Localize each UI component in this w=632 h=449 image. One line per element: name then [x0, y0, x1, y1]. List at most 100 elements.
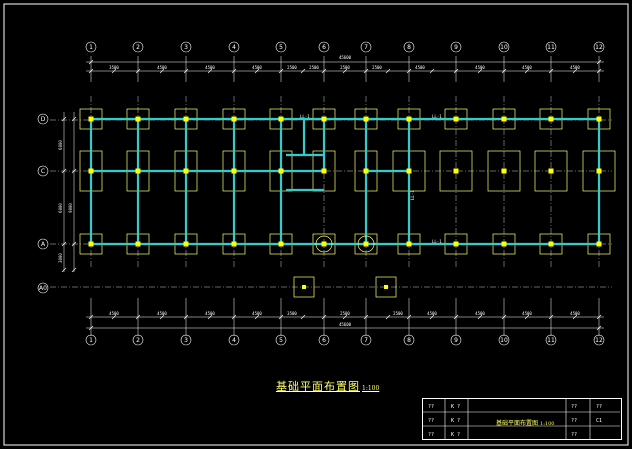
column [278, 168, 284, 174]
column [278, 116, 284, 122]
grid-top-label: 1 [89, 44, 93, 51]
column [596, 168, 602, 174]
drawing-title-scale: 1:100 [362, 385, 380, 392]
column [135, 168, 141, 174]
column [183, 241, 189, 247]
drawing-title-text: 基础平面布置图 [276, 380, 360, 393]
grid-top-label: 12 [595, 44, 603, 51]
beam-label: LL-1 [432, 114, 442, 119]
top-segment-dimension: 4500 [475, 65, 485, 70]
left-mid-dimension: 6000 [58, 203, 63, 213]
column [231, 168, 237, 174]
bottom-segment-dimension: 4500 [205, 311, 215, 316]
columns [88, 116, 602, 289]
grid-bottom-label: 1 [89, 337, 93, 344]
grid-bottom-label: 2 [136, 337, 140, 344]
column [363, 116, 369, 122]
grid-row-label: A [41, 241, 46, 248]
grid-top-label: 8 [407, 44, 411, 51]
column [596, 241, 602, 247]
title-block-title: 基础平面布置图 1:100 [496, 418, 554, 427]
dimension-lines [61, 59, 604, 331]
top-segment-dimension: 4500 [522, 65, 532, 70]
grid-top-label: 10 [500, 44, 508, 51]
left-total-dimension: 9000 [68, 203, 73, 213]
top-segment-dimension: 4500 [157, 65, 167, 70]
grid-bottom-label: 12 [595, 337, 603, 344]
grid-row-label: A0 [39, 285, 47, 292]
bottom-segment-dimension: 3500 [287, 311, 297, 316]
column [231, 116, 237, 122]
column [88, 241, 94, 247]
bottom-segment-dimension: 2500 [393, 311, 403, 316]
column [321, 241, 327, 247]
grid-lines [50, 56, 612, 336]
top-segment-dimension: 2500 [372, 65, 382, 70]
column [453, 116, 459, 122]
top-segment-dimension: 4500 [415, 65, 425, 70]
grid-bottom-label: 3 [184, 337, 188, 344]
grid-bottom-label: 4 [232, 337, 236, 344]
drawing-title: 基础平面布置图 1:100 [276, 378, 379, 394]
beam-label: LL-1 [300, 114, 310, 119]
left-lower-dimension: 3000 [58, 253, 63, 263]
bottom-segment-dimension: 2500 [340, 311, 350, 316]
grid-top-label: 9 [454, 44, 458, 51]
column [321, 168, 327, 174]
column [135, 116, 141, 122]
grid-bottom-label: 10 [500, 337, 508, 344]
column [278, 241, 284, 247]
column [453, 168, 459, 174]
column [231, 241, 237, 247]
column [596, 116, 602, 122]
grid-row-label: D [41, 116, 46, 123]
grid-bottom-label: 7 [364, 337, 368, 344]
column [548, 241, 554, 247]
column [88, 168, 94, 174]
top-segment-dimension: 2500 [309, 65, 319, 70]
grid-top-label: 2 [136, 44, 140, 51]
grid-bottom-label: 9 [454, 337, 458, 344]
grid-top-label: 7 [364, 44, 368, 51]
grid-bottom-label: 6 [322, 337, 326, 344]
bottom-segment-dimension: 4500 [475, 311, 485, 316]
top-segment-dimension: 3500 [109, 65, 119, 70]
bottom-segment-dimension: 4500 [157, 311, 167, 316]
grid-top-label: 5 [279, 44, 283, 51]
bottom-segment-dimension: 4500 [570, 311, 580, 316]
column [548, 116, 554, 122]
beam-label: LL-1 [432, 239, 442, 244]
column [501, 116, 507, 122]
grid-bottom-label: 11 [547, 337, 555, 344]
title-block-scale: 1:100 [540, 421, 555, 427]
grid-top-label: 6 [322, 44, 326, 51]
grid-top-label: 11 [547, 44, 555, 51]
column [501, 168, 507, 174]
top-segment-dimension: 2500 [287, 65, 297, 70]
foundation-beams [89, 117, 601, 246]
bottom-segment-dimension: 4500 [109, 311, 119, 316]
grid-top-label: 4 [232, 44, 236, 51]
title-block-title-text: 基础平面布置图 [496, 420, 539, 427]
bottom-segment-dimension: 4500 [522, 311, 532, 316]
grid-labels: 1 2 3 4 5 6 7 8 9 10 11 121 2 3 4 5 6 7 8 9 10 11 12DCAA0 [37, 41, 605, 346]
grid-row-label: C [41, 168, 45, 175]
column [453, 241, 459, 247]
grid-bottom-label: 8 [407, 337, 411, 344]
bottom-segment-dimension: 4500 [427, 311, 437, 316]
column [406, 168, 412, 174]
column [302, 285, 306, 289]
column [548, 168, 554, 174]
column [183, 168, 189, 174]
column [406, 116, 412, 122]
grid-top-label: 3 [184, 44, 188, 51]
grid-bottom-label: 5 [279, 337, 283, 344]
left-upper-dimension: 6000 [58, 140, 63, 150]
top-segment-dimension: 4500 [570, 65, 580, 70]
column [406, 241, 412, 247]
column [384, 285, 388, 289]
footings [79, 108, 616, 298]
column [363, 241, 369, 247]
column [321, 116, 327, 122]
beam-label: LL-1 [410, 190, 415, 200]
